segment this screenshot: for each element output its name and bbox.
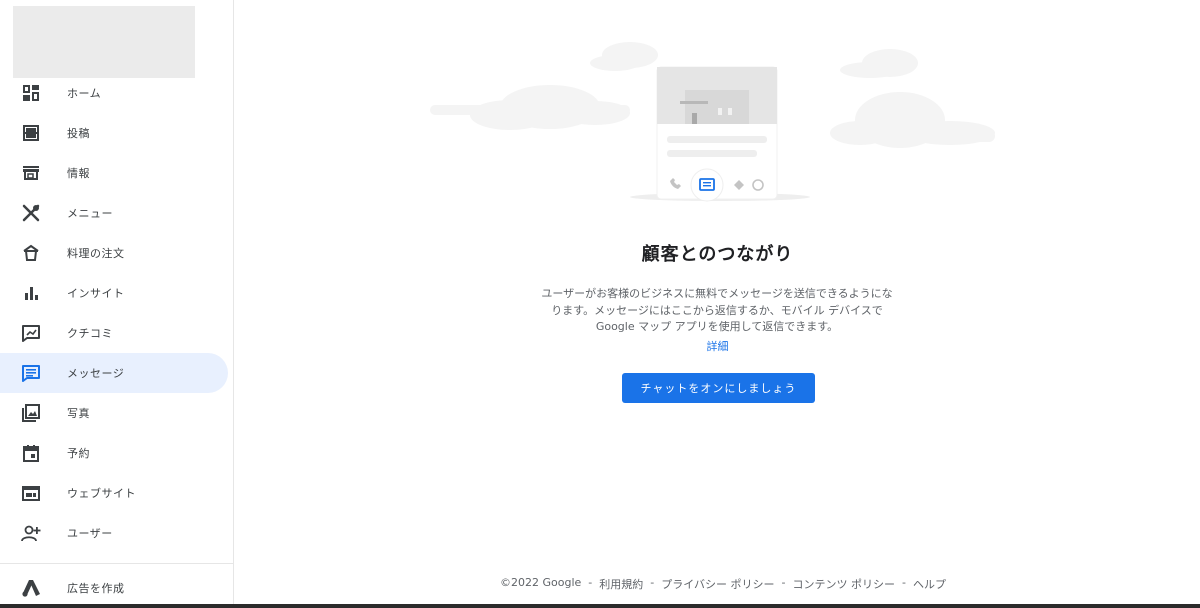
bar-chart-icon: [21, 283, 41, 303]
sidebar-nav: ホーム 投稿 情報 メニュー 料理の注文 インサイト クチコミ メッセージ 写真…: [0, 73, 234, 553]
privacy-policy-link[interactable]: プライバシー ポリシー: [661, 576, 774, 592]
footer: ©2022 Google - 利用規約 - プライバシー ポリシー - コンテン…: [235, 576, 1200, 592]
sidebar-item-label: ユーザー: [67, 527, 113, 540]
footer-separator: -: [902, 576, 906, 589]
sidebar-item-menu[interactable]: メニュー: [0, 193, 228, 233]
sidebar-item-reservations[interactable]: 予約: [0, 433, 228, 473]
photo-library-icon: [21, 403, 41, 423]
sidebar-item-label: メッセージ: [67, 367, 125, 380]
footer-separator: -: [588, 576, 593, 589]
copyright-text: ©2022 Google: [500, 576, 582, 589]
sidebar-item-label: メニュー: [67, 207, 113, 220]
sidebar-item-food-order[interactable]: 料理の注文: [0, 233, 228, 273]
description: ユーザーがお客様のビジネスに無料でメッセージを送信できるようにな ります。メッセ…: [517, 286, 917, 336]
main-content: 顧客とのつながり ユーザーがお客様のビジネスに無料でメッセージを送信できるように…: [235, 0, 1200, 608]
sidebar-item-label: ウェブサイト: [67, 487, 136, 500]
content-policy-link[interactable]: コンテンツ ポリシー: [793, 576, 896, 592]
messaging-illustration: [430, 35, 1000, 210]
business-logo-placeholder: [13, 6, 195, 78]
window-bottom-edge: [0, 604, 1200, 608]
sidebar-item-label: 料理の注文: [67, 247, 125, 260]
sidebar-item-messages[interactable]: メッセージ: [0, 353, 228, 393]
footer-separator: -: [650, 576, 655, 589]
sidebar-item-create-ad[interactable]: 広告を作成: [0, 568, 228, 608]
review-icon: [21, 323, 41, 343]
learn-more-link[interactable]: 詳細: [235, 338, 1200, 354]
sidebar-item-label: 広告を作成: [67, 582, 125, 595]
sidebar-item-info[interactable]: 情報: [0, 153, 228, 193]
sidebar-item-website[interactable]: ウェブサイト: [0, 473, 228, 513]
sidebar-divider: [0, 563, 234, 564]
storefront-icon: [21, 163, 41, 183]
sidebar: ホーム 投稿 情報 メニュー 料理の注文 インサイト クチコミ メッセージ 写真…: [0, 0, 234, 608]
description-line: ります。メッセージにはここから返信するか、モバイル デバイスで: [551, 303, 883, 317]
sidebar-item-label: 投稿: [67, 127, 90, 140]
page-title: 顧客とのつながり: [641, 244, 794, 265]
add-user-icon: [21, 523, 41, 543]
dashboard-icon: [21, 83, 41, 103]
takeout-icon: [21, 243, 41, 263]
post-icon: [21, 123, 41, 143]
sidebar-item-photos[interactable]: 写真: [0, 393, 228, 433]
sidebar-item-label: インサイト: [67, 287, 125, 300]
sidebar-item-label: 写真: [67, 407, 90, 420]
message-icon: [21, 363, 41, 383]
website-icon: [21, 483, 41, 503]
sidebar-item-label: 情報: [67, 167, 90, 180]
description-line: Google マップ アプリを使用して返信できます。: [595, 320, 839, 333]
terms-link[interactable]: 利用規約: [599, 576, 643, 592]
sidebar-item-label: ホーム: [67, 87, 102, 100]
help-link[interactable]: ヘルプ: [913, 576, 946, 592]
sidebar-item-reviews[interactable]: クチコミ: [0, 313, 228, 353]
sidebar-item-users[interactable]: ユーザー: [0, 513, 228, 553]
calendar-icon: [21, 443, 41, 463]
sidebar-item-insights[interactable]: インサイト: [0, 273, 228, 313]
sidebar-item-home[interactable]: ホーム: [0, 73, 228, 113]
turn-on-chat-button[interactable]: チャットをオンにしましょう: [622, 373, 815, 403]
footer-separator: -: [781, 576, 786, 589]
sidebar-item-label: 予約: [67, 447, 90, 460]
sidebar-item-posts[interactable]: 投稿: [0, 113, 228, 153]
description-line: ユーザーがお客様のビジネスに無料でメッセージを送信できるようにな: [541, 287, 893, 300]
restaurant-icon: [21, 203, 41, 223]
sidebar-item-label: クチコミ: [67, 327, 113, 340]
google-ads-icon: [21, 578, 41, 598]
